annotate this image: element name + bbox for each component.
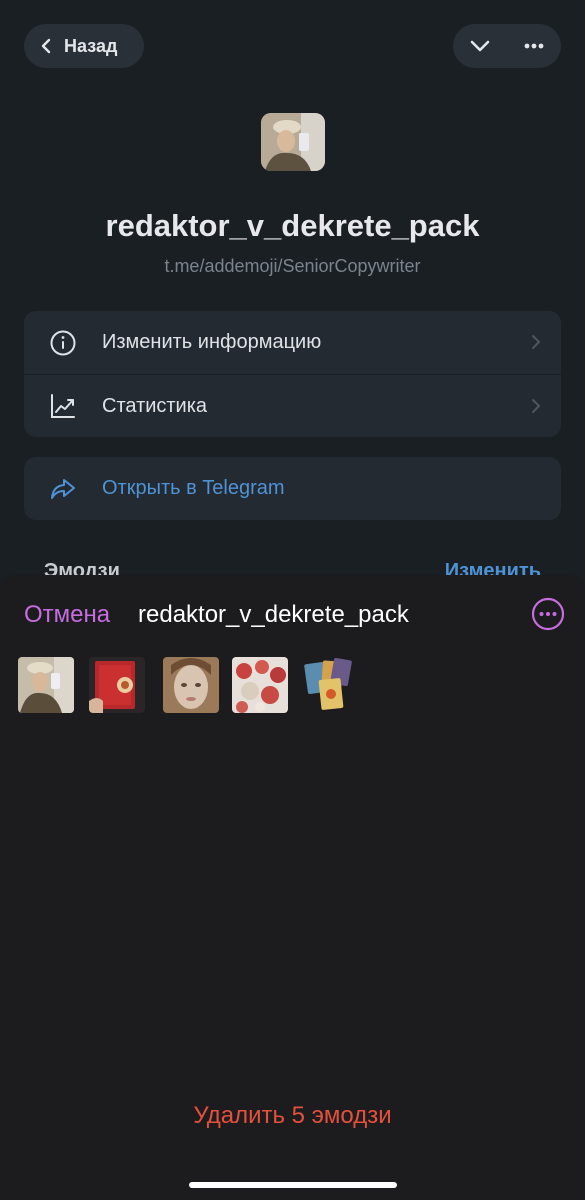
delete-emojis-button[interactable]: Удалить 5 эмодзи bbox=[0, 1102, 585, 1130]
sheet-header: Отмена redaktor_v_dekrete_pack bbox=[0, 597, 585, 637]
chevron-right-icon bbox=[532, 335, 540, 349]
emoji-thumbnail[interactable] bbox=[232, 657, 288, 713]
open-telegram-row[interactable]: Открыть в Telegram bbox=[24, 457, 561, 520]
pack-link[interactable]: t.me/addemoji/SeniorCopywriter bbox=[0, 256, 585, 277]
back-label: Назад bbox=[64, 35, 118, 56]
chevron-left-icon bbox=[41, 38, 51, 54]
settings-card: Изменить информацию Статистика bbox=[24, 311, 561, 437]
emoji-thumbnail[interactable] bbox=[18, 657, 74, 713]
chart-line-icon bbox=[51, 394, 75, 418]
more-horizontal-icon[interactable] bbox=[521, 33, 547, 59]
back-button[interactable]: Назад bbox=[24, 24, 144, 68]
edit-info-row[interactable]: Изменить информацию bbox=[24, 311, 561, 374]
top-bar: Назад bbox=[24, 24, 561, 68]
home-indicator bbox=[189, 1182, 397, 1188]
action-sheet: Отмена redaktor_v_dekrete_pack Удалить 5… bbox=[0, 575, 585, 1200]
emoji-thumbnail[interactable] bbox=[89, 657, 145, 713]
open-telegram-card: Открыть в Telegram bbox=[24, 457, 561, 520]
open-telegram-label: Открыть в Telegram bbox=[102, 477, 285, 499]
cancel-button[interactable]: Отмена bbox=[24, 601, 110, 629]
emoji-thumbnail[interactable] bbox=[302, 657, 358, 713]
chevron-down-icon[interactable] bbox=[467, 33, 493, 59]
pack-title: redaktor_v_dekrete_pack bbox=[105, 208, 480, 243]
sheet-title: redaktor_v_dekrete_pack bbox=[138, 601, 409, 628]
info-circle-icon bbox=[50, 330, 76, 355]
avatar-photo bbox=[261, 113, 325, 171]
more-circle-icon[interactable] bbox=[531, 597, 565, 631]
statistics-label: Статистика bbox=[102, 394, 208, 417]
pack-avatar bbox=[261, 113, 325, 171]
chevron-right-icon bbox=[532, 399, 540, 413]
actions-pill bbox=[453, 24, 561, 68]
statistics-row[interactable]: Статистика bbox=[24, 374, 561, 437]
share-arrow-icon bbox=[51, 478, 75, 499]
edit-info-label: Изменить информацию bbox=[102, 331, 322, 353]
emoji-thumbnail[interactable] bbox=[163, 657, 219, 713]
